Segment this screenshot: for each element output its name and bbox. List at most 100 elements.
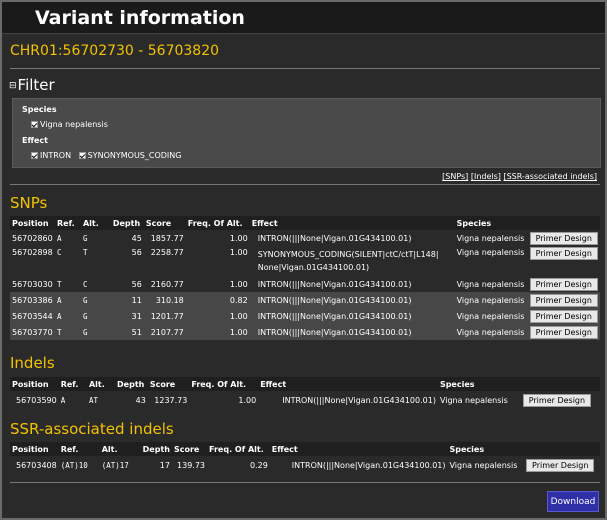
- column-header: Depth: [115, 377, 148, 391]
- species-cell: Vigna nepalensis: [454, 230, 528, 246]
- effect-line: SYNONYMOUS_CODING(SILENT|ctC/ctT|L148|: [257, 250, 439, 259]
- depth-cell: 31: [110, 308, 144, 324]
- primer-design-button[interactable]: Primer Design: [529, 231, 598, 245]
- depth-cell: 56: [110, 246, 144, 276]
- filter-header[interactable]: ⊟Filter: [9, 76, 55, 94]
- score-cell: 2160.77: [143, 276, 186, 292]
- column-header: Species: [454, 216, 528, 230]
- column-header: Position: [10, 216, 55, 230]
- column-header: Ref.: [58, 442, 100, 456]
- ssr-title: SSR-associated indels: [10, 420, 174, 438]
- alt-cell: G: [80, 230, 111, 246]
- species-cell: Vigna nepalensis: [454, 246, 528, 276]
- species-checkbox-row[interactable]: Vigna nepalensis: [31, 120, 108, 129]
- primer-design-button[interactable]: Primer Design: [522, 393, 592, 407]
- depth-cell: 17: [140, 456, 172, 474]
- score-cell: 1237.73: [147, 391, 190, 409]
- table-header-row: Position Ref. Alt. Depth Score Freq. Of …: [10, 377, 600, 391]
- link-snps[interactable]: [SNPs]: [442, 172, 468, 181]
- divider: [10, 482, 600, 483]
- table-header-row: Position Ref. Alt. Depth Score Freq. Of …: [10, 216, 600, 230]
- primer-design-button[interactable]: Primer Design: [529, 309, 598, 323]
- column-header: Position: [10, 377, 59, 391]
- column-header: [520, 377, 600, 391]
- link-ssr-indels[interactable]: [SSR-associated indels]: [503, 172, 597, 181]
- freq-cell: 1.00: [185, 276, 250, 292]
- table-row: 56703544 A G 31 1201.77 1.00 INTRON(|||N…: [10, 308, 600, 324]
- score-cell: 1857.77: [143, 230, 186, 246]
- filter-title: Filter: [17, 76, 55, 94]
- alt-cell: T: [80, 246, 111, 276]
- alt-cell: C: [80, 276, 111, 292]
- depth-cell: 56: [110, 276, 144, 292]
- ref-cell: T: [54, 276, 81, 292]
- primer-design-button[interactable]: Primer Design: [529, 247, 598, 260]
- effect-cell: INTRON(|||None|Vigan.01G434100.01): [249, 324, 455, 340]
- effect-cell: INTRON(|||None|Vigan.01G434100.01): [249, 308, 455, 324]
- divider: [10, 184, 600, 185]
- checkbox-checked-icon[interactable]: [78, 152, 86, 159]
- link-indels[interactable]: [Indels]: [471, 172, 501, 181]
- score-cell: 2258.77: [143, 246, 186, 276]
- position-cell: 56702898: [10, 246, 55, 276]
- position-cell: 56703030: [10, 276, 55, 292]
- position-cell: 56703386: [10, 292, 55, 308]
- freq-cell: 0.29: [207, 456, 270, 474]
- freq-cell: 1.00: [189, 391, 259, 409]
- alt-cell: G: [80, 308, 111, 324]
- score-cell: 139.73: [171, 456, 208, 474]
- effect-option-intron: INTRON: [40, 151, 72, 160]
- species-cell: Vigna nepalensis: [454, 292, 528, 308]
- position-cell: 56703770: [10, 324, 55, 340]
- column-header: Effect: [249, 216, 455, 230]
- primer-design-button[interactable]: Primer Design: [529, 277, 598, 291]
- column-header: Freq. Of Alt.: [185, 216, 250, 230]
- header-bar: Variant information: [2, 2, 605, 34]
- column-header: Freq. Of Alt.: [207, 442, 270, 456]
- freq-cell: 1.00: [185, 324, 250, 340]
- table-header-row: Position Ref. Alt. Depth Score Freq. Of …: [10, 442, 600, 456]
- species-cell: Vigna nepalensis: [454, 308, 528, 324]
- checkbox-checked-icon[interactable]: [31, 152, 38, 159]
- effect-cell: INTRON(|||None|Vigan.01G434100.01): [249, 230, 455, 246]
- depth-cell: 11: [110, 292, 144, 308]
- position-cell: 56703544: [10, 308, 55, 324]
- species-cell: Vigna nepalensis: [447, 456, 525, 474]
- table-row: 56703770 T G 51 2107.77 1.00 INTRON(|||N…: [10, 324, 600, 340]
- freq-cell: 1.00: [185, 246, 250, 276]
- download-button[interactable]: Download: [547, 491, 599, 512]
- column-header: Score: [147, 377, 190, 391]
- effect-cell: INTRON(|||None|Vigan.01G434100.01): [249, 292, 455, 308]
- freq-cell: 1.00: [185, 308, 250, 324]
- column-header: Species: [437, 377, 521, 391]
- score-cell: 310.18: [143, 292, 186, 308]
- column-header: Ref.: [58, 377, 87, 391]
- ref-cell: T: [54, 324, 81, 340]
- effect-cell: INTRON(|||None|Vigan.01G434100.01): [249, 276, 455, 292]
- primer-design-button[interactable]: Primer Design: [529, 325, 598, 339]
- ref-cell: A: [54, 292, 81, 308]
- collapse-icon[interactable]: ⊟: [9, 81, 17, 91]
- snps-title: SNPs: [10, 194, 48, 212]
- ref-cell: C: [54, 246, 81, 276]
- primer-design-button[interactable]: Primer Design: [526, 458, 595, 472]
- species-cell: Vigna nepalensis: [454, 324, 528, 340]
- effect-option-synonymous: SYNONYMOUS_CODING: [87, 151, 182, 160]
- checkbox-checked-icon[interactable]: [31, 121, 38, 128]
- column-header: Position: [10, 442, 59, 456]
- table-row: 56702860 A G 45 1857.77 1.00 INTRON(|||N…: [10, 230, 600, 246]
- alt-cell: G: [80, 324, 111, 340]
- score-cell: 1201.77: [143, 308, 186, 324]
- effect-checkbox-row[interactable]: INTRON SYNONYMOUS_CODING: [31, 151, 181, 160]
- column-header: Species: [447, 442, 525, 456]
- column-header: Alt.: [99, 442, 141, 456]
- column-header: Depth: [110, 216, 144, 230]
- region-label: CHR01:56702730 - 56703820: [10, 43, 220, 59]
- depth-cell: 43: [115, 391, 148, 409]
- table-row: 56703590 A AT 43 1237.73 1.00 INTRON(|||…: [10, 391, 600, 409]
- primer-design-button[interactable]: Primer Design: [529, 293, 598, 307]
- page-title: Variant information: [35, 7, 245, 29]
- alt-cell: G: [80, 292, 111, 308]
- column-header: Score: [143, 216, 186, 230]
- indels-table: Position Ref. Alt. Depth Score Freq. Of …: [10, 377, 600, 409]
